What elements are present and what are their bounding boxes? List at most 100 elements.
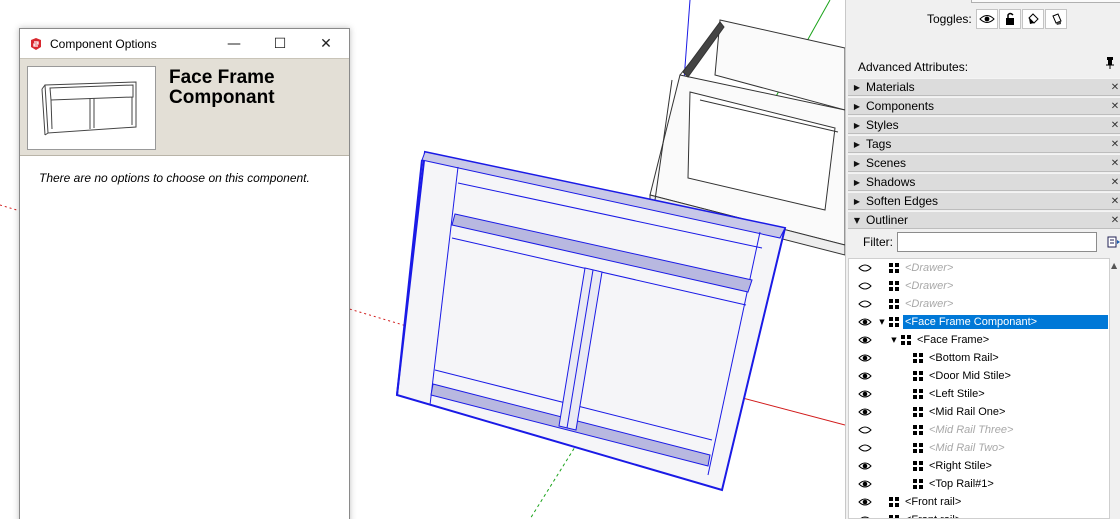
outliner-filter-row: Filter: bbox=[846, 230, 1120, 254]
advanced-attributes-label: Advanced Attributes: bbox=[858, 60, 969, 74]
panel-close-icon[interactable]: ✕ bbox=[1109, 157, 1120, 169]
panel-close-icon[interactable]: ✕ bbox=[1109, 119, 1120, 131]
hidden-eye-icon[interactable] bbox=[858, 442, 872, 454]
visible-eye-icon[interactable] bbox=[858, 496, 872, 508]
panel-label: Scenes bbox=[866, 156, 907, 170]
component-icon bbox=[913, 389, 923, 399]
panel-label: Materials bbox=[866, 80, 915, 94]
visible-eye-icon[interactable] bbox=[858, 514, 872, 518]
hidden-eye-icon[interactable] bbox=[858, 298, 872, 310]
component-icon bbox=[913, 443, 923, 453]
outliner-row[interactable]: <Mid Rail Two> bbox=[849, 439, 1109, 457]
collapsed-arrow-icon: ▶ bbox=[853, 177, 861, 187]
outliner-row[interactable]: <Drawer> bbox=[849, 277, 1109, 295]
visible-eye-icon[interactable] bbox=[858, 370, 872, 382]
hidden-eye-icon[interactable] bbox=[858, 280, 872, 292]
outliner-item-name: <Top Rail#1> bbox=[929, 478, 994, 490]
hidden-eye-icon[interactable] bbox=[858, 262, 872, 274]
outliner-details-menu-icon[interactable] bbox=[1107, 235, 1120, 249]
no-options-message: There are no options to choose on this c… bbox=[39, 171, 310, 185]
panel-scenes[interactable]: ▶ Scenes ✕ bbox=[848, 154, 1120, 172]
outliner-item-name: <Face Frame> bbox=[917, 334, 990, 346]
outliner-item-name: <Face Frame Componant> bbox=[903, 315, 1108, 329]
panel-close-icon[interactable]: ✕ bbox=[1109, 176, 1120, 188]
component-icon bbox=[913, 425, 923, 435]
outliner-row[interactable]: <Mid Rail Three> bbox=[849, 421, 1109, 439]
outliner-tree[interactable]: <Drawer> <Drawer> <Drawer> ▼ <Face Frame Com… bbox=[848, 258, 1110, 519]
maximize-button[interactable]: ☐ bbox=[257, 29, 303, 58]
panel-label: Tags bbox=[866, 137, 892, 151]
outliner-scrollbar[interactable]: ▲ bbox=[1110, 258, 1120, 519]
toggles-bar: Toggles: bbox=[927, 9, 1068, 29]
outliner-row[interactable]: <Front rail> bbox=[849, 493, 1109, 511]
filter-label: Filter: bbox=[863, 235, 893, 249]
outliner-item-name: <Right Stile> bbox=[929, 460, 992, 472]
component-icon bbox=[913, 353, 923, 363]
eraser-toggle-icon[interactable] bbox=[1044, 9, 1067, 29]
collapsed-arrow-icon: ▶ bbox=[853, 196, 861, 206]
visible-eye-icon[interactable] bbox=[858, 406, 872, 418]
outliner-row[interactable]: <Mid Rail One> bbox=[849, 403, 1109, 421]
panel-close-icon[interactable]: ✕ bbox=[1109, 195, 1120, 207]
panel-materials[interactable]: ▶ Materials ✕ bbox=[848, 78, 1120, 96]
minimize-button[interactable]: — bbox=[211, 29, 257, 58]
outliner-row[interactable]: <Drawer> bbox=[849, 295, 1109, 313]
pin-icon[interactable] bbox=[1105, 56, 1115, 70]
component-icon bbox=[901, 335, 911, 345]
panel-close-icon[interactable]: ✕ bbox=[1109, 214, 1120, 226]
outliner-item-name: <Mid Rail Two> bbox=[929, 442, 1005, 454]
panel-outliner[interactable]: ▼ Outliner ✕ bbox=[848, 211, 1120, 229]
panel-shadows[interactable]: ▶ Shadows ✕ bbox=[848, 173, 1120, 191]
outliner-row[interactable]: <Bottom Rail> bbox=[849, 349, 1109, 367]
window-titlebar[interactable]: Component Options — ☐ ✕ bbox=[20, 29, 349, 58]
outliner-item-name: <Drawer> bbox=[905, 298, 954, 310]
visible-eye-icon[interactable] bbox=[858, 352, 872, 364]
visible-eye-icon[interactable] bbox=[858, 478, 872, 490]
component-options-window[interactable]: Component Options — ☐ ✕ Face Frame Compo… bbox=[19, 28, 350, 519]
window-title: Component Options bbox=[50, 36, 157, 51]
outliner-row[interactable]: ▼ <Face Frame> bbox=[849, 331, 1109, 349]
expand-arrow-icon[interactable]: ▼ bbox=[889, 336, 899, 344]
expand-arrow-icon[interactable]: ▼ bbox=[877, 318, 887, 326]
panel-components[interactable]: ▶ Components ✕ bbox=[848, 97, 1120, 115]
sketchup-logo-icon bbox=[29, 37, 43, 51]
outliner-item-name: <Mid Rail One> bbox=[929, 406, 1006, 418]
close-button[interactable]: ✕ bbox=[303, 29, 349, 58]
panel-close-icon[interactable]: ✕ bbox=[1109, 81, 1120, 93]
collapsed-arrow-icon: ▶ bbox=[853, 120, 861, 130]
component-header: Face Frame Componant bbox=[20, 58, 349, 156]
outliner-item-name: <Bottom Rail> bbox=[929, 352, 999, 364]
paint-bucket-toggle-icon[interactable] bbox=[1021, 9, 1044, 29]
lock-toggle-icon[interactable] bbox=[998, 9, 1021, 29]
visible-eye-icon[interactable] bbox=[858, 460, 872, 472]
panel-label: Styles bbox=[866, 118, 899, 132]
panel-close-icon[interactable]: ✕ bbox=[1109, 100, 1120, 112]
panel-close-icon[interactable]: ✕ bbox=[1109, 138, 1120, 150]
eye-toggle-icon[interactable] bbox=[975, 9, 998, 29]
component-icon bbox=[913, 371, 923, 381]
component-icon bbox=[889, 299, 899, 309]
component-name: Face Frame Componant bbox=[169, 67, 275, 108]
panel-tags[interactable]: ▶ Tags ✕ bbox=[848, 135, 1120, 153]
outliner-item-name: <Drawer> bbox=[905, 280, 954, 292]
panel-styles[interactable]: ▶ Styles ✕ bbox=[848, 116, 1120, 134]
visible-eye-icon[interactable] bbox=[858, 388, 872, 400]
outliner-row[interactable]: <Drawer> bbox=[849, 259, 1109, 277]
component-icon bbox=[913, 479, 923, 489]
visible-eye-icon[interactable] bbox=[858, 334, 872, 346]
filter-input[interactable] bbox=[897, 232, 1097, 252]
outliner-row[interactable]: <Door Mid Stile> bbox=[849, 367, 1109, 385]
component-icon bbox=[889, 497, 899, 507]
hidden-eye-icon[interactable] bbox=[858, 424, 872, 436]
scroll-up-arrow-icon[interactable]: ▲ bbox=[1111, 261, 1117, 270]
visible-eye-icon[interactable] bbox=[858, 316, 872, 328]
outliner-row[interactable]: <Right Stile> bbox=[849, 457, 1109, 475]
panel-label: Components bbox=[866, 99, 935, 113]
outliner-row[interactable]: <Top Rail#1> bbox=[849, 475, 1109, 493]
outliner-row[interactable]: <Left Stile> bbox=[849, 385, 1109, 403]
outliner-row[interactable]: <Front rail> bbox=[849, 511, 1109, 518]
panel-label: Shadows bbox=[866, 175, 916, 189]
default-tray: Toggles: Advanced Attributes: ▶ Material… bbox=[845, 0, 1120, 519]
panel-soften-edges[interactable]: ▶ Soften Edges ✕ bbox=[848, 192, 1120, 210]
outliner-row[interactable]: ▼ <Face Frame Componant> bbox=[849, 313, 1109, 331]
